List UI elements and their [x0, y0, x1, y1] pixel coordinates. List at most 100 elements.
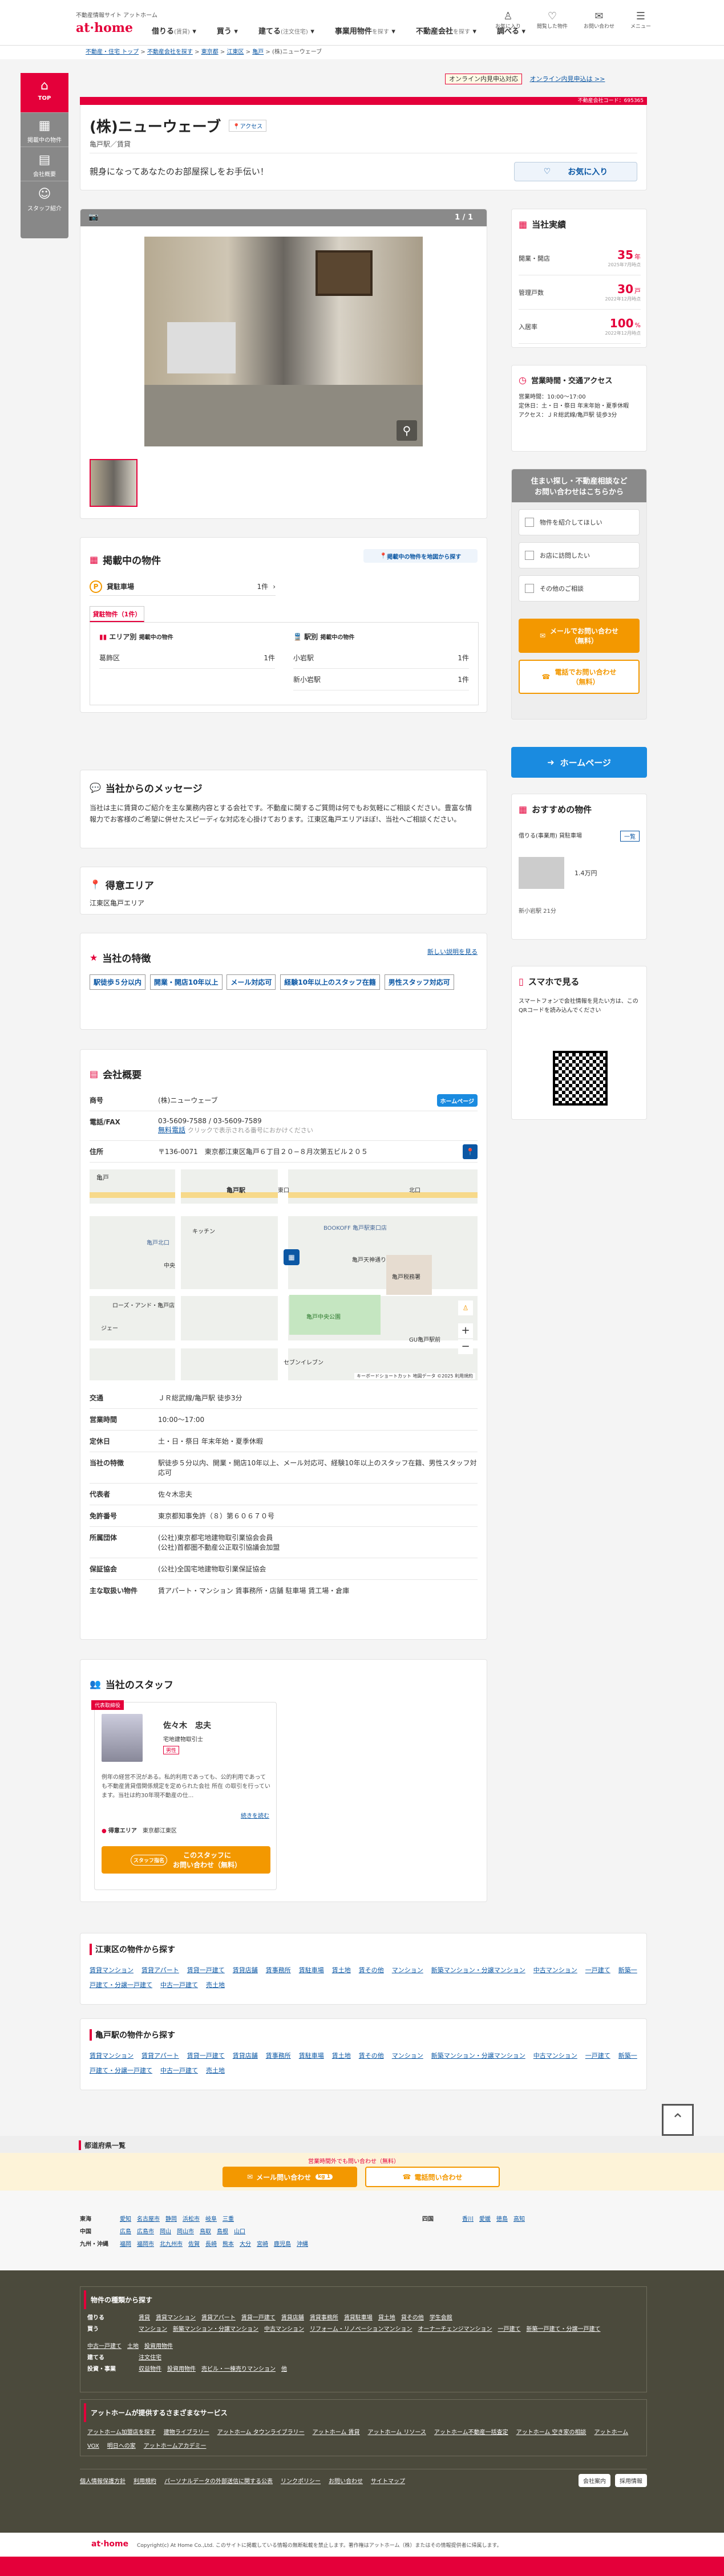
find-link[interactable]: 土地 — [127, 2341, 139, 2352]
search-link[interactable]: 賃駐車場 — [299, 1966, 324, 1974]
pref-link[interactable]: 福岡 — [120, 2238, 131, 2251]
nav-buy[interactable]: 買う ▾ — [217, 25, 238, 36]
pref-link[interactable]: 徳島 — [496, 2213, 508, 2226]
search-link[interactable]: 賃貸店舗 — [233, 1966, 258, 1974]
find-link[interactable]: 賃貸アパート — [201, 2313, 236, 2324]
pref-link[interactable]: 高知 — [513, 2213, 525, 2226]
footer-link[interactable]: リンクポリシー — [281, 2479, 321, 2485]
service-link[interactable]: アットホーム 空き家の相談 — [516, 2429, 587, 2436]
pref-link[interactable]: 鹿児島 — [274, 2238, 291, 2251]
find-link[interactable]: 貸土地 — [378, 2313, 395, 2324]
favorite-button[interactable]: ♡ お気に入り — [514, 162, 637, 181]
category-parking[interactable]: P 貸駐車場 1件 › — [90, 578, 276, 596]
search-link[interactable]: 賃貸マンション — [90, 2052, 134, 2059]
pref-link[interactable]: 山口 — [234, 2226, 245, 2238]
nav-rent[interactable]: 借りる(賃貸) ▾ — [152, 25, 196, 36]
search-link[interactable]: 新築マンション・分譲マンション — [431, 2052, 525, 2059]
breadcrumb-link[interactable]: 不動産会社を探す — [147, 49, 193, 55]
search-link[interactable]: 賃駐車場 — [299, 2052, 324, 2059]
find-link[interactable]: 注文住宅 — [139, 2352, 161, 2364]
find-link[interactable]: 学生会館 — [430, 2313, 452, 2324]
pref-link[interactable]: 長崎 — [205, 2238, 217, 2251]
search-link[interactable]: 賃その他 — [359, 1966, 384, 1974]
service-link[interactable]: 建物ライブラリー — [164, 2429, 209, 2436]
search-link[interactable]: 賃貸アパート — [141, 2052, 179, 2059]
pref-link[interactable]: 島根 — [217, 2226, 228, 2238]
service-link[interactable]: アットホーム不動産一括査定 — [434, 2429, 508, 2436]
features-link[interactable]: 新しい説明を見る — [427, 947, 478, 956]
site-logo[interactable]: at·home — [76, 21, 133, 35]
pref-link[interactable]: 岡山市 — [177, 2226, 194, 2238]
sidenav-profile[interactable]: ▤ 会社概要 — [21, 147, 68, 181]
footer-link[interactable]: パーソナルデータの外部送信に関する公表 — [164, 2479, 273, 2485]
free-call-link[interactable]: 無料電話 — [158, 1126, 185, 1134]
thumbnail[interactable] — [90, 459, 137, 507]
pref-link[interactable]: 岐阜 — [205, 2213, 217, 2226]
pref-link[interactable]: 宮崎 — [257, 2238, 268, 2251]
search-link[interactable]: 賃貸マンション — [90, 1966, 134, 1974]
zoom-in-icon[interactable]: + — [458, 1323, 473, 1338]
search-link[interactable]: 賃その他 — [359, 2052, 384, 2059]
staff-contact-button[interactable]: スタッフ指名 このスタッフに お問い合わせ（無料） — [102, 1846, 270, 1874]
find-link[interactable]: マンション — [139, 2324, 167, 2335]
listing-tab[interactable]: 貸駐物件（1件） — [90, 606, 144, 622]
office-photo[interactable]: ⚲ — [144, 237, 423, 446]
breadcrumb-link[interactable]: 東京都 — [201, 49, 219, 55]
search-link[interactable]: 一戸建て — [585, 1966, 610, 1974]
search-link[interactable]: 新築マンション・分譲マンション — [431, 1966, 525, 1974]
find-link[interactable]: 賃貸駐車場 — [344, 2313, 373, 2324]
find-link[interactable]: 新築マンション・分譲マンション — [173, 2324, 258, 2335]
pref-link[interactable]: 熊本 — [223, 2238, 234, 2251]
tel-inquiry-button[interactable]: ☎ 電話でお問い合わせ （無料） — [519, 660, 640, 694]
find-link[interactable]: 売ビル・一棟売りマンション — [201, 2364, 276, 2375]
pref-link[interactable]: 福岡市 — [137, 2238, 154, 2251]
area-row[interactable]: 葛飾区 1件 — [99, 647, 275, 669]
footer-link[interactable]: 利用規約 — [134, 2479, 156, 2485]
company-map[interactable]: 亀戸 亀戸駅 東口 北口 BOOKOFF 亀戸駅東口店 亀戸中央公園 亀戸税務署… — [90, 1169, 478, 1380]
pref-link[interactable]: 広島 — [120, 2226, 131, 2238]
search-link[interactable]: 賃事務所 — [266, 2052, 291, 2059]
pref-link[interactable]: 愛媛 — [479, 2213, 491, 2226]
pref-link[interactable]: 広島市 — [137, 2226, 154, 2238]
online-viewing-link[interactable]: オンライン内見申込は >> — [530, 75, 605, 83]
footer-link[interactable]: お問い合わせ — [329, 2479, 363, 2485]
mail-inquiry-button[interactable]: ✉ メールでお問い合わせ （無料） — [519, 619, 640, 653]
recommend-prop[interactable]: 借りる(事業用) 貸駐車場 — [519, 831, 604, 839]
pref-link[interactable]: 鳥取 — [200, 2226, 211, 2238]
search-link[interactable]: 賃貸一戸建て — [187, 2052, 225, 2059]
breadcrumb-link[interactable]: 不動産・住宅 トップ — [86, 49, 139, 55]
nav-business[interactable]: 事業用物件を探す ▾ — [335, 25, 395, 36]
search-link[interactable]: 賃土地 — [332, 1966, 351, 1974]
checkbox-icon[interactable] — [525, 551, 534, 560]
find-link[interactable]: 賃貸 — [139, 2313, 150, 2324]
search-link[interactable]: 中古マンション — [533, 1966, 577, 1974]
nav-build[interactable]: 建てる(注文住宅) ▾ — [258, 25, 314, 36]
service-link[interactable]: アットホーム タウンライブラリー — [217, 2429, 305, 2436]
careers-button[interactable]: 採用情報 — [615, 2474, 647, 2487]
sidenav-listings[interactable]: ▦ 掲載中の物件 — [21, 113, 68, 147]
find-link[interactable]: リフォーム・リノベーションマンション — [310, 2324, 412, 2335]
zoom-icon[interactable]: ⚲ — [397, 420, 417, 441]
find-link[interactable]: 賃貸事務所 — [310, 2313, 338, 2324]
search-link[interactable]: 賃貸一戸建て — [187, 1966, 225, 1974]
nav-company[interactable]: 不動産会社を探す ▾ — [416, 25, 476, 36]
pref-link[interactable]: 佐賀 — [188, 2238, 200, 2251]
homepage-button[interactable]: ホームページ — [436, 1094, 478, 1107]
find-link[interactable]: 新築一戸建て・分譲一戸建て — [527, 2324, 601, 2335]
map-marker-button[interactable]: 📍 — [463, 1144, 478, 1159]
search-link[interactable]: 賃貸アパート — [141, 1966, 179, 1974]
search-link[interactable]: 中古マンション — [533, 2052, 577, 2059]
pref-link[interactable]: 大分 — [240, 2238, 251, 2251]
find-link[interactable]: 中古一戸建て — [87, 2341, 122, 2352]
service-link[interactable]: アットホーム加盟店を探す — [87, 2429, 156, 2436]
search-link[interactable]: 賃土地 — [332, 2052, 351, 2059]
find-link[interactable]: 中古マンション — [264, 2324, 304, 2335]
service-link[interactable]: アットホーム リソース — [367, 2429, 426, 2436]
page-top-button[interactable]: ⌃ — [662, 2104, 694, 2136]
search-link[interactable]: マンション — [392, 2052, 423, 2059]
search-link[interactable]: 一戸建て — [585, 2052, 610, 2059]
access-link[interactable]: 📍アクセス — [229, 120, 267, 132]
sticky-mail-button[interactable]: ✉ メール問い合わせ kg 1 — [223, 2167, 357, 2187]
search-link[interactable]: 中古一戸建て — [160, 1981, 198, 1989]
zoom-out-icon[interactable]: − — [458, 1339, 473, 1354]
